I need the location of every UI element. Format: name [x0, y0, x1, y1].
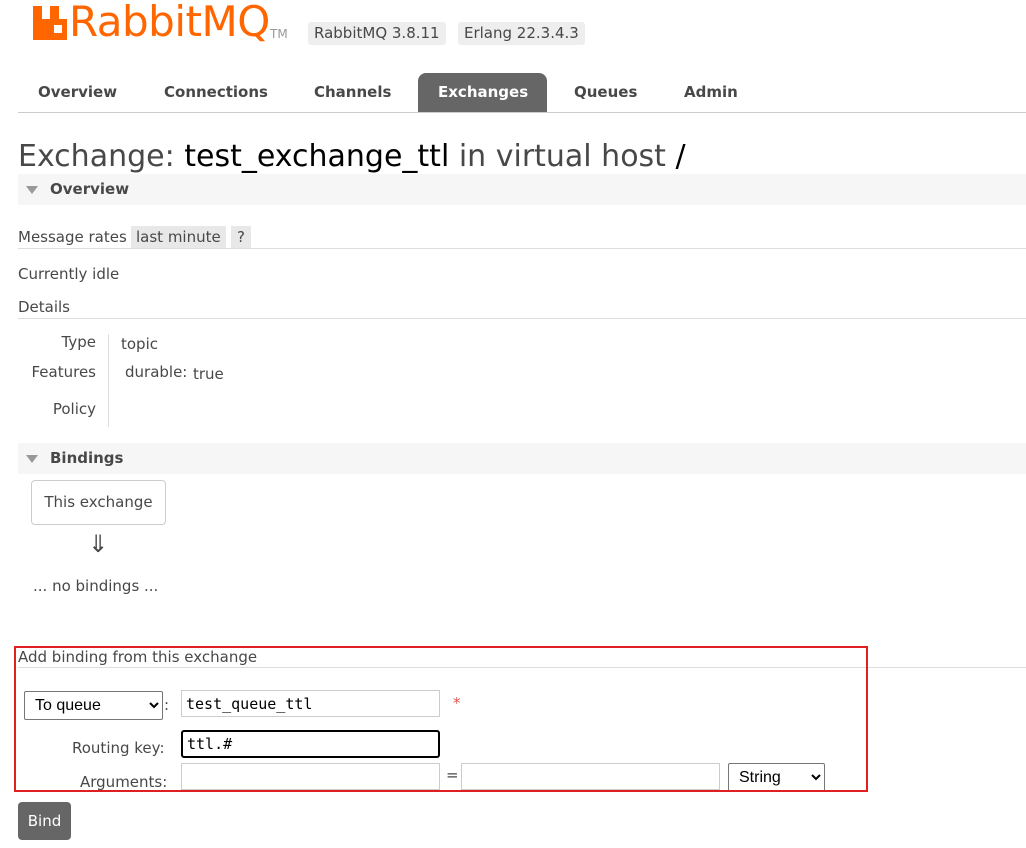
main-nav-tabs: Overview Connections Channels Exchanges … — [18, 73, 1026, 113]
divider — [18, 318, 1026, 319]
collapse-triangle-icon[interactable] — [26, 455, 38, 463]
title-prefix: Exchange: — [18, 139, 175, 174]
features-key: Features — [31, 363, 97, 381]
bindings-section-title[interactable]: Bindings — [50, 449, 123, 467]
help-button[interactable]: ? — [231, 226, 251, 248]
tab-channels[interactable]: Channels — [294, 73, 411, 112]
down-arrow-icon: ⇓ — [88, 530, 109, 558]
brand-name: RabbitMQ — [69, 0, 270, 46]
this-exchange-box: This exchange — [31, 480, 166, 525]
rabbitmq-logo-icon — [33, 6, 67, 40]
title-mid: in virtual host — [458, 139, 666, 174]
message-rates-label: Message rates — [18, 228, 127, 246]
durable-value: true — [193, 365, 224, 383]
tab-admin[interactable]: Admin — [664, 73, 758, 112]
bind-button[interactable]: Bind — [18, 802, 71, 840]
collapse-triangle-icon[interactable] — [26, 186, 38, 194]
bindings-section-header[interactable] — [18, 443, 1026, 474]
details-label: Details — [18, 298, 71, 316]
erlang-version-badge: Erlang 22.3.4.3 — [458, 22, 585, 45]
highlight-box — [14, 646, 868, 792]
divider — [18, 248, 1026, 249]
idle-status: Currently idle — [18, 265, 120, 283]
rabbitmq-version-badge: RabbitMQ 3.8.11 — [308, 22, 446, 45]
exchange-name: test_exchange_ttl — [184, 139, 450, 174]
tab-connections[interactable]: Connections — [144, 73, 288, 112]
overview-section-title[interactable]: Overview — [50, 180, 129, 198]
no-bindings-text: ... no bindings ... — [33, 577, 159, 595]
type-value: topic — [121, 335, 158, 353]
tab-overview[interactable]: Overview — [18, 73, 137, 112]
policy-key: Policy — [52, 400, 96, 418]
tab-exchanges[interactable]: Exchanges — [418, 73, 547, 112]
type-key: Type — [61, 333, 96, 351]
overview-section-header[interactable] — [18, 174, 1026, 205]
tab-queues[interactable]: Queues — [554, 73, 657, 112]
page-title: Exchange: test_exchange_ttl in virtual h… — [18, 137, 686, 177]
trademark: TM — [270, 27, 288, 41]
vhost-name: / — [675, 139, 686, 174]
rates-period-selector[interactable]: last minute — [131, 226, 226, 248]
durable-key: durable: — [125, 363, 188, 381]
details-divider — [108, 334, 109, 427]
